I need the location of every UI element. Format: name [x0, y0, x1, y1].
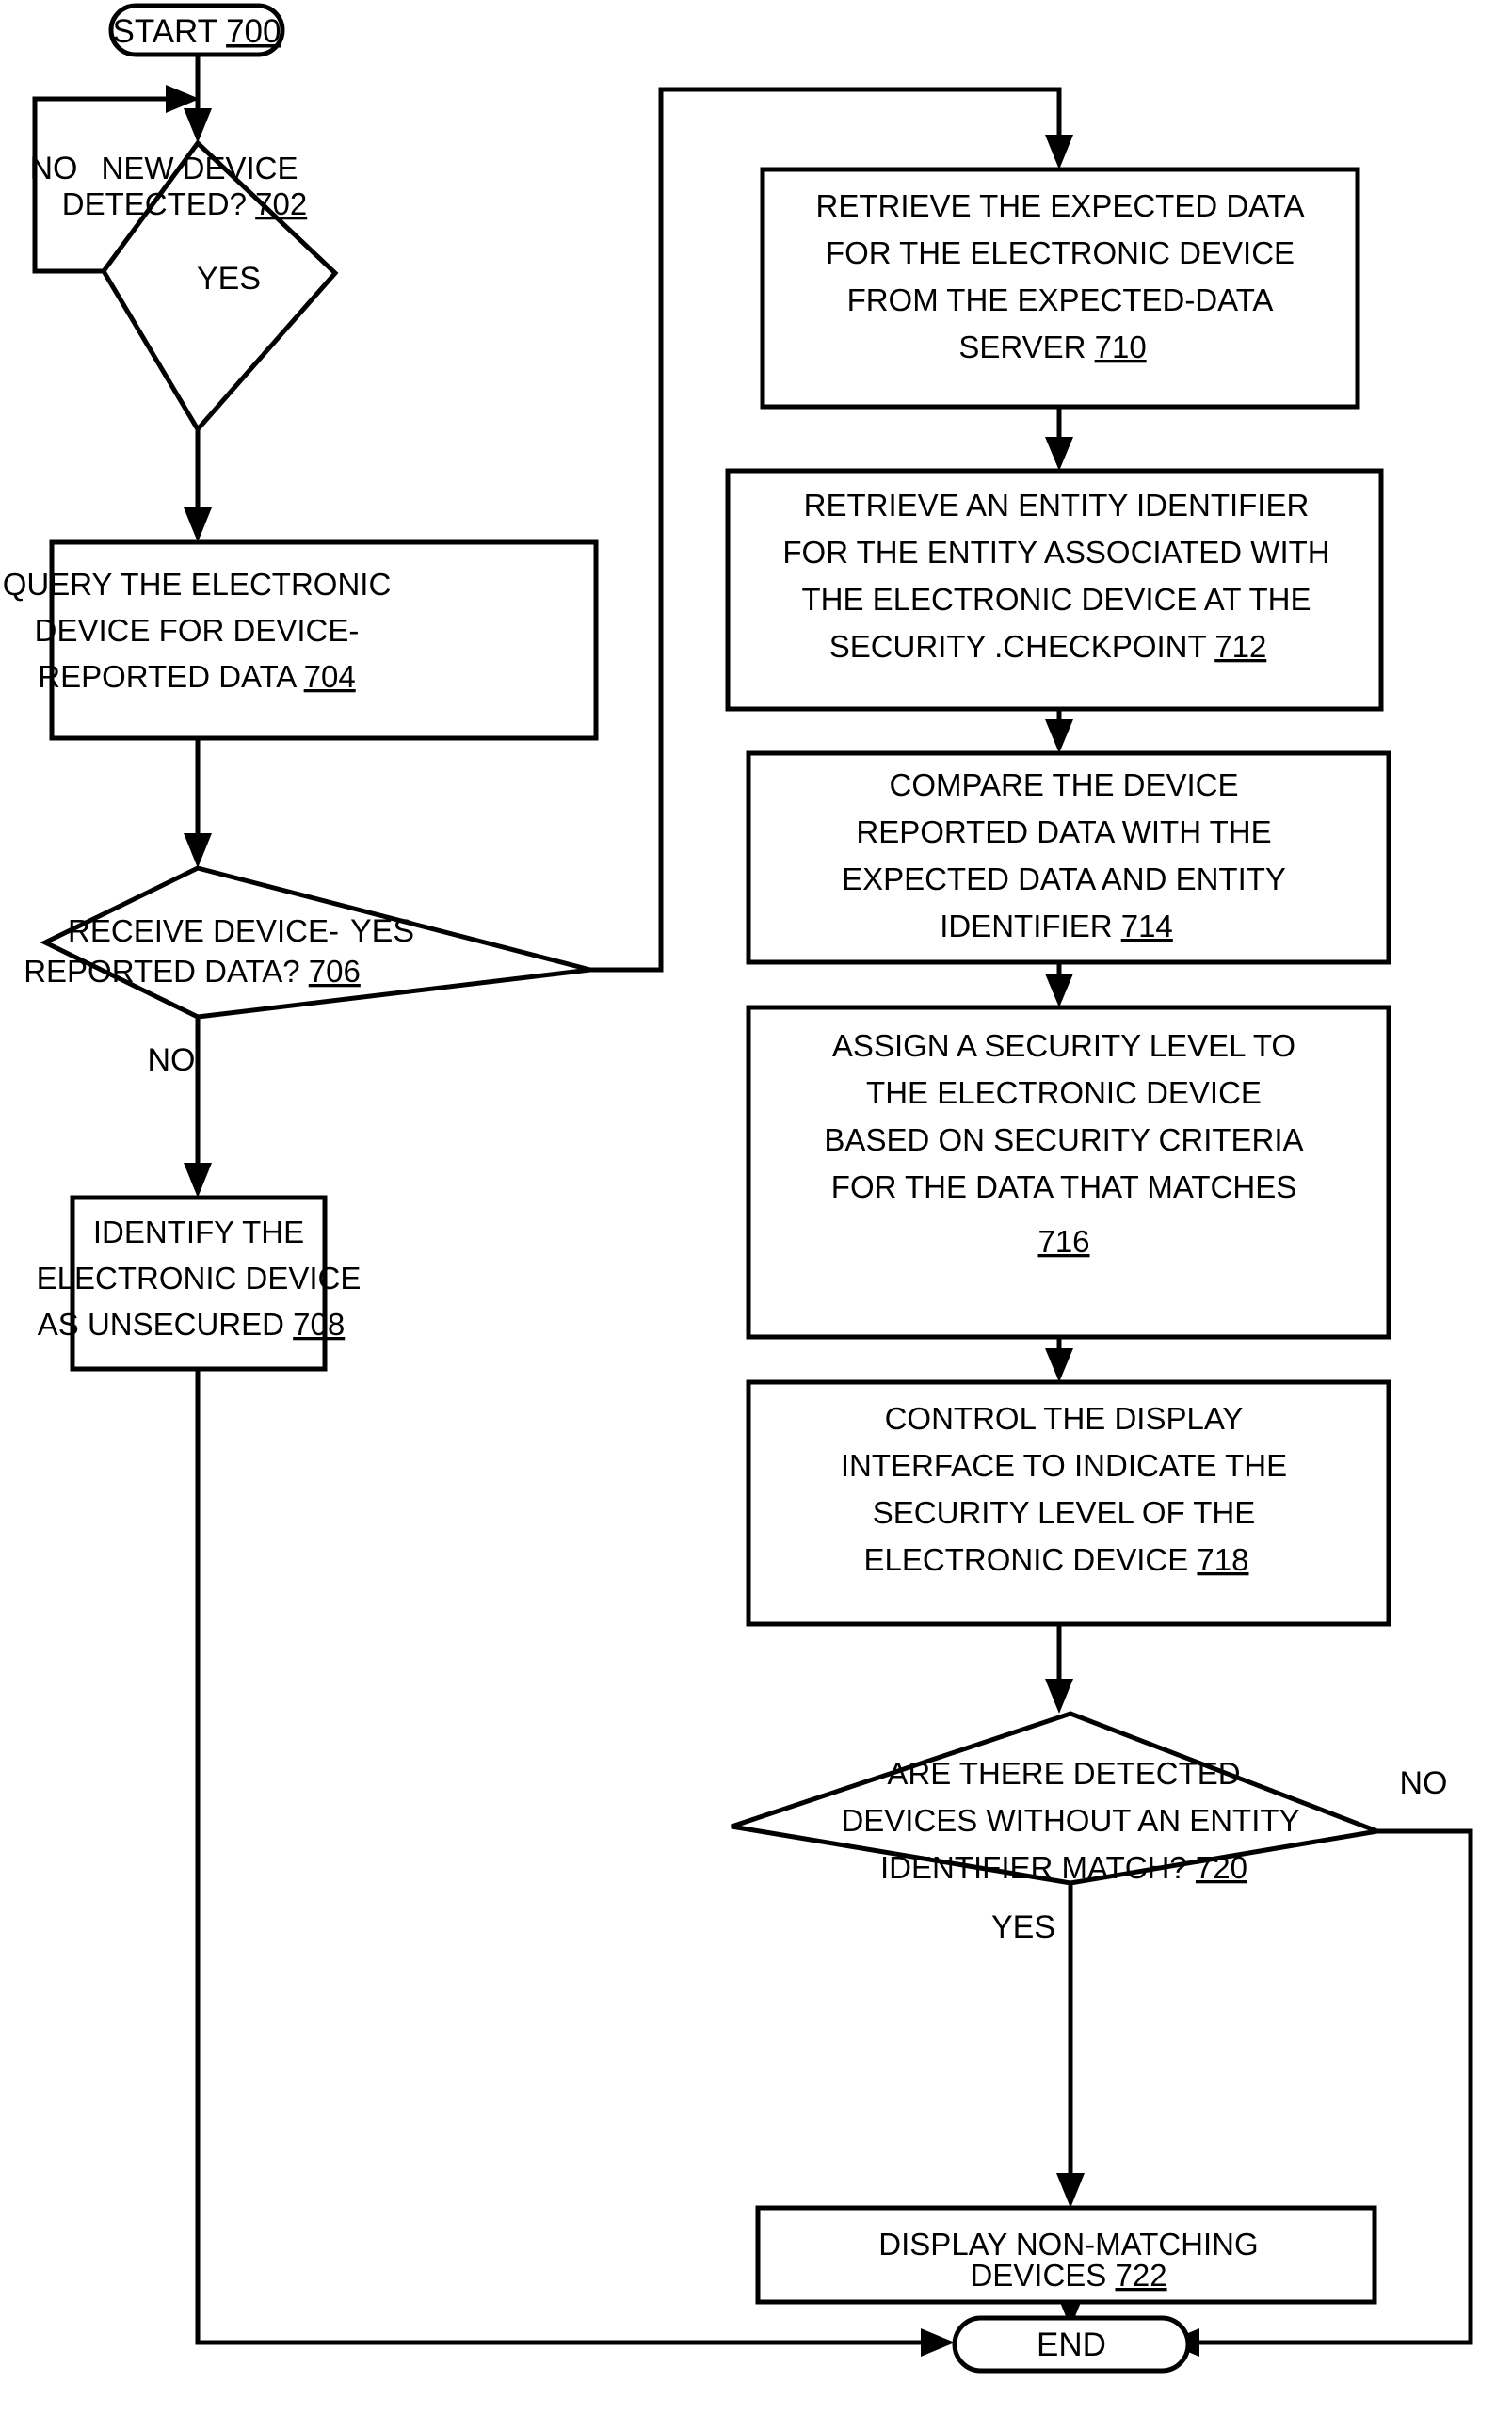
process-714-line-2: REPORTED DATA WITH THE [856, 814, 1271, 849]
process-714-line-4: IDENTIFIER [940, 909, 1112, 943]
process-714-line-1: COMPARE THE DEVICE [889, 767, 1238, 802]
svg-text:AS UNSECURED 708: AS UNSECURED 708 [38, 1307, 345, 1342]
process-704-line-3: REPORTED DATA [38, 659, 297, 694]
process-722-line-1: DISPLAY NON-MATCHING [878, 2227, 1258, 2262]
edge-720-to-722 [1056, 1883, 1085, 2208]
svg-text:DETECTED? 702: DETECTED? 702 [62, 186, 307, 221]
process-712-line-4: SECURITY .CHECKPOINT [829, 629, 1207, 664]
decision-702-line-2: DETECTED? [62, 186, 247, 221]
figure-canvas: START 700 NEW DEVICE DETECTED? 702 NO YE… [0, 0, 1512, 2415]
process-714-line-3: EXPECTED DATA AND ENTITY [842, 861, 1286, 896]
decision-720-line-2: DEVICES WITHOUT AN ENTITY [841, 1803, 1299, 1838]
decision-720-ref: 720 [1196, 1850, 1247, 1885]
svg-text:IDENTIFIER 714: IDENTIFIER 714 [940, 909, 1173, 943]
process-708-line-1: IDENTIFY THE [93, 1215, 304, 1249]
process-716-line-1: ASSIGN A SECURITY LEVEL TO [832, 1028, 1295, 1063]
edge-716-to-718 [1045, 1337, 1073, 1382]
process-712-line-3: THE ELECTRONIC DEVICE AT THE [802, 582, 1311, 617]
edge-702-to-704 [184, 429, 212, 542]
process-708-ref: 708 [293, 1307, 345, 1342]
decision-706-line-2: REPORTED DATA? [24, 954, 299, 989]
svg-text:IDENTIFIER MATCH? 720: IDENTIFIER MATCH? 720 [880, 1850, 1247, 1885]
edge-label-702-no: NO [30, 151, 78, 186]
node-end: END [952, 2315, 1191, 2374]
edge-label-720-yes: YES [991, 1909, 1055, 1945]
node-decision-706: RECEIVE DEVICE- REPORTED DATA? 706 [24, 865, 591, 1020]
process-704-line-2: DEVICE FOR DEVICE- [35, 613, 360, 648]
process-716-line-2: THE ELECTRONIC DEVICE [866, 1075, 1262, 1110]
node-process-714: COMPARE THE DEVICE REPORTED DATA WITH TH… [746, 750, 1391, 965]
edge-label-702-yes: YES [197, 261, 261, 297]
process-718-line-4: ELECTRONIC DEVICE [864, 1542, 1189, 1577]
svg-text:ELECTRONIC DEVICE 718: ELECTRONIC DEVICE 718 [864, 1542, 1249, 1577]
process-708-line-3: AS UNSECURED [38, 1307, 284, 1342]
process-704-ref: 704 [304, 659, 356, 694]
process-710-line-1: RETRIEVE THE EXPECTED DATA [816, 188, 1305, 223]
process-718-ref: 718 [1197, 1542, 1248, 1577]
node-process-708: IDENTIFY THE ELECTRONIC DEVICE AS UNSECU… [37, 1195, 362, 1372]
node-process-704: QUERY THE ELECTRONIC DEVICE FOR DEVICE- … [3, 539, 599, 741]
decision-702-ref: 702 [255, 186, 307, 221]
decision-706-ref: 706 [309, 954, 361, 989]
decision-720-line-3: IDENTIFIER MATCH? [880, 1850, 1187, 1885]
node-process-712: RETRIEVE AN ENTITY IDENTIFIER FOR THE EN… [725, 468, 1384, 712]
process-718-line-1: CONTROL THE DISPLAY [885, 1401, 1244, 1436]
process-710-line-2: FOR THE ELECTRONIC DEVICE [826, 235, 1295, 270]
process-716-line-4: FOR THE DATA THAT MATCHES [831, 1169, 1296, 1204]
node-start: START 700 [108, 3, 285, 57]
end-label: END [1037, 2326, 1106, 2363]
process-710-ref: 710 [1095, 330, 1147, 364]
process-710-line-4: SERVER [958, 330, 1086, 364]
edge-712-to-714 [1045, 709, 1073, 753]
process-712-line-2: FOR THE ENTITY ASSOCIATED WITH [782, 535, 1329, 570]
process-714-ref: 714 [1121, 909, 1173, 943]
decision-702-line-1: NEW DEVICE [101, 151, 298, 185]
node-process-716: ASSIGN A SECURITY LEVEL TO THE ELECTRONI… [746, 1005, 1391, 1340]
edge-718-to-720 [1045, 1624, 1073, 1714]
process-712-line-1: RETRIEVE AN ENTITY IDENTIFIER [804, 488, 1310, 523]
svg-text:SERVER 710: SERVER 710 [958, 330, 1146, 364]
process-718-line-2: INTERFACE TO INDICATE THE [841, 1448, 1287, 1483]
svg-text:DEVICES 722: DEVICES 722 [970, 2258, 1166, 2293]
process-722-line-2: DEVICES [970, 2258, 1106, 2293]
process-718-line-3: SECURITY LEVEL OF THE [873, 1495, 1256, 1530]
node-process-710: RETRIEVE THE EXPECTED DATA FOR THE ELECT… [760, 167, 1360, 410]
process-710-line-3: FROM THE EXPECTED-DATA [847, 282, 1274, 317]
edge-label-706-yes: YES [350, 913, 414, 949]
start-label: START [112, 13, 217, 50]
edge-label-706-no: NO [148, 1042, 196, 1078]
process-716-ref: 716 [1037, 1224, 1089, 1259]
process-704-line-1: QUERY THE ELECTRONIC [3, 567, 392, 602]
svg-text:SECURITY .CHECKPOINT 712: SECURITY .CHECKPOINT 712 [829, 629, 1267, 664]
node-decision-720: ARE THERE DETECTED DEVICES WITHOUT AN EN… [731, 1711, 1387, 1886]
process-722-ref: 722 [1115, 2258, 1166, 2293]
start-ref: 700 [226, 13, 281, 50]
decision-706-line-1: RECEIVE DEVICE- [68, 913, 339, 948]
flowchart-svg: START 700 NEW DEVICE DETECTED? 702 NO YE… [3, 3, 1473, 2374]
svg-text:REPORTED DATA? 706: REPORTED DATA? 706 [24, 954, 361, 989]
process-716-line-3: BASED ON SECURITY CRITERIA [824, 1122, 1303, 1157]
edge-714-to-716 [1045, 962, 1073, 1007]
process-708-line-2: ELECTRONIC DEVICE [37, 1261, 362, 1296]
decision-720-line-1: ARE THERE DETECTED [887, 1756, 1240, 1791]
node-process-718: CONTROL THE DISPLAY INTERFACE TO INDICAT… [746, 1379, 1391, 1627]
edge-704-to-706 [184, 739, 212, 868]
edge-710-to-712 [1045, 407, 1073, 471]
process-712-ref: 712 [1214, 629, 1266, 664]
node-process-722: DISPLAY NON-MATCHING DEVICES 722 [755, 2205, 1377, 2305]
svg-text:START 700: START 700 [112, 13, 281, 50]
svg-text:REPORTED DATA 704: REPORTED DATA 704 [38, 659, 355, 694]
edge-label-720-no: NO [1400, 1765, 1448, 1801]
